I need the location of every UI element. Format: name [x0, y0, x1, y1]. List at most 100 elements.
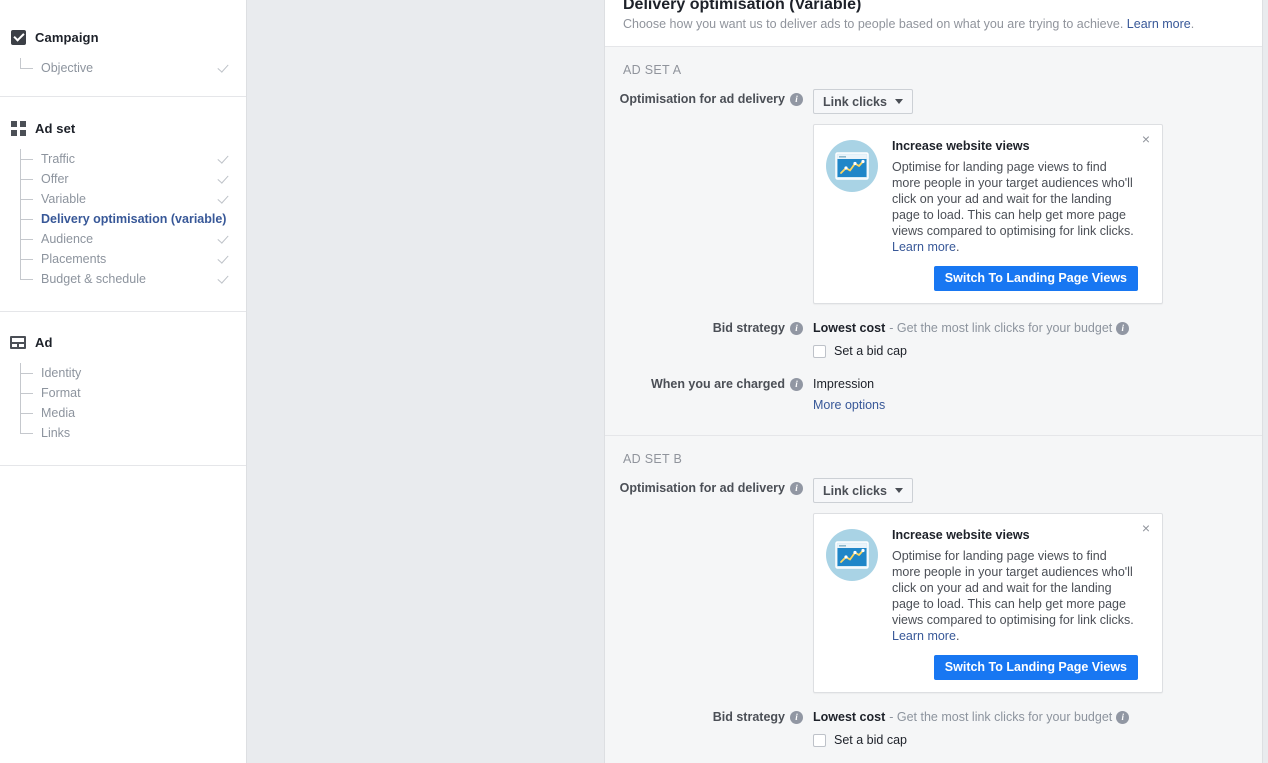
page-subtitle-suffix: .: [1190, 17, 1195, 31]
panel-right-edge: [1262, 0, 1268, 763]
close-icon[interactable]: ×: [1139, 521, 1153, 535]
when-charged-row-a: When you are charged i Impression More o…: [605, 374, 1268, 415]
bid-strategy-line: Lowest cost - Get the most link clicks f…: [813, 318, 1268, 338]
bid-strategy-label: Bid strategy: [712, 710, 785, 724]
info-icon[interactable]: i: [790, 710, 803, 724]
promo-description: Optimise for landing page views to find …: [892, 160, 1134, 238]
sidebar-item-budget-schedule[interactable]: Budget & schedule: [20, 269, 246, 289]
sidebar-item-audience[interactable]: Audience: [20, 229, 246, 249]
website-analytics-icon: [826, 529, 878, 581]
sidebar-item-label: Format: [41, 386, 81, 400]
check-icon: [217, 233, 230, 246]
sidebar-item-label: Audience: [41, 232, 94, 246]
bid-strategy-description: - Get the most link clicks for your budg…: [889, 321, 1113, 335]
sidebar-item-placements[interactable]: Placements: [20, 249, 246, 269]
sidebar-group-label: Ad: [35, 334, 53, 350]
optimisation-label: Optimisation for ad delivery: [619, 481, 785, 495]
check-icon: [217, 253, 230, 266]
switch-to-landing-page-views-button[interactable]: Switch To Landing Page Views: [933, 266, 1138, 291]
sidebar-item-offer[interactable]: Offer: [20, 169, 246, 189]
website-analytics-icon: [826, 140, 878, 192]
checkbox-checked-icon: [8, 29, 28, 45]
sidebar-item-label: Media: [41, 406, 76, 420]
check-icon: [217, 173, 230, 186]
sidebar-group-ad: Ad Identity Format Media Links: [0, 312, 246, 466]
promo-body-a: Increase website views Optimise for land…: [892, 138, 1148, 291]
info-icon[interactable]: i: [790, 321, 803, 335]
switch-to-landing-page-views-button[interactable]: Switch To Landing Page Views: [933, 655, 1138, 680]
bid-strategy-description: - Get the most link clicks for your budg…: [889, 710, 1113, 724]
bid-strategy-label-wrap: Bid strategy i: [605, 318, 813, 338]
sidebar-item-label: Budget & schedule: [41, 272, 146, 286]
sidebar-item-objective[interactable]: Objective: [20, 58, 246, 78]
bid-strategy-label-wrap: Bid strategy i: [605, 707, 813, 727]
sidebar-group-campaign: Campaign Objective: [0, 0, 246, 97]
sidebar-item-label: Variable: [41, 192, 86, 206]
panel-header: Delivery optimisation (Variable) Choose …: [605, 0, 1268, 47]
close-icon[interactable]: ×: [1139, 132, 1153, 146]
bid-strategy-label: Bid strategy: [712, 321, 785, 335]
sidebar-item-identity[interactable]: Identity: [20, 363, 246, 383]
check-icon: [217, 62, 230, 75]
optimisation-select-b[interactable]: Link clicks: [813, 478, 913, 503]
check-icon: [217, 407, 230, 420]
promo-learn-more-link[interactable]: Learn more: [892, 240, 956, 254]
optimisation-select-value: Link clicks: [823, 483, 887, 498]
info-icon[interactable]: i: [790, 377, 803, 391]
content-gutter: [247, 0, 604, 763]
bid-strategy-value-a: Lowest cost - Get the most link clicks f…: [813, 318, 1268, 358]
optimisation-select-value: Link clicks: [823, 94, 887, 109]
promo-description: Optimise for landing page views to find …: [892, 549, 1134, 627]
sidebar-sublist-ad: Identity Format Media Links: [0, 363, 246, 443]
sidebar-item-variable[interactable]: Variable: [20, 189, 246, 209]
sidebar-item-label: Placements: [41, 252, 107, 266]
adset-block-a: AD SET A Optimisation for ad delivery i …: [605, 47, 1268, 436]
when-charged-value-a: Impression More options: [813, 374, 1268, 415]
sidebar-sublist-ad-set: Traffic Offer Variable Delivery optimisa…: [0, 149, 246, 289]
charged-value: Impression: [813, 377, 875, 391]
check-icon: [226, 213, 239, 226]
bid-cap-row-a: Set a bid cap: [813, 344, 1268, 358]
sidebar-item-links[interactable]: Links: [20, 423, 246, 443]
page-subtitle: Choose how you want us to deliver ads to…: [623, 16, 1250, 32]
bid-strategy-value: Lowest cost: [813, 321, 886, 335]
check-icon: [217, 193, 230, 206]
info-icon[interactable]: i: [1116, 710, 1130, 724]
sidebar-group-header-ad-set[interactable]: Ad set: [0, 117, 246, 139]
promo-card-b: × Increase website views Optimise for la…: [813, 513, 1163, 693]
check-icon: [217, 273, 230, 286]
when-charged-label: When you are charged: [650, 377, 785, 391]
sidebar-item-format[interactable]: Format: [20, 383, 246, 403]
check-icon: [217, 367, 230, 380]
optimisation-row-a: Optimisation for ad delivery i Link clic…: [605, 89, 1268, 304]
promo-title: Increase website views: [892, 528, 1030, 542]
learn-more-link[interactable]: Learn more: [1127, 17, 1191, 31]
promo-link-suffix: .: [955, 629, 960, 643]
sidebar-group-header-campaign[interactable]: Campaign: [0, 26, 246, 48]
more-options-link[interactable]: More options: [813, 395, 885, 415]
page-title: Delivery optimisation (Variable): [623, 0, 862, 13]
promo-card-a: × Increase website views Optimise for la…: [813, 124, 1163, 304]
set-bid-cap-checkbox[interactable]: [813, 733, 826, 747]
optimisation-label-wrap: Optimisation for ad delivery i: [605, 478, 813, 498]
sidebar-item-delivery-optimisation[interactable]: Delivery optimisation (variable): [20, 209, 246, 229]
optimisation-row-b: Optimisation for ad delivery i Link clic…: [605, 478, 1268, 693]
info-icon[interactable]: i: [790, 92, 803, 106]
sidebar-group-header-ad[interactable]: Ad: [0, 331, 246, 353]
sidebar-sublist-campaign: Objective: [0, 58, 246, 78]
info-icon[interactable]: i: [790, 481, 803, 495]
sidebar-item-media[interactable]: Media: [20, 403, 246, 423]
promo-body-b: Increase website views Optimise for land…: [892, 527, 1148, 680]
sidebar-item-traffic[interactable]: Traffic: [20, 149, 246, 169]
set-bid-cap-label: Set a bid cap: [834, 733, 907, 747]
delivery-optimisation-panel: Delivery optimisation (Variable) Choose …: [604, 0, 1268, 763]
optimisation-select-a[interactable]: Link clicks: [813, 89, 913, 114]
set-bid-cap-label: Set a bid cap: [834, 344, 907, 358]
check-icon: [217, 153, 230, 166]
promo-learn-more-link[interactable]: Learn more: [892, 629, 956, 643]
sidebar-item-label: Identity: [41, 366, 82, 380]
info-icon[interactable]: i: [1116, 321, 1130, 335]
set-bid-cap-checkbox[interactable]: [813, 344, 826, 358]
optimisation-value-b: Link clicks × Increase website views Opt…: [813, 478, 1268, 693]
sidebar-group-label: Ad set: [35, 120, 76, 136]
